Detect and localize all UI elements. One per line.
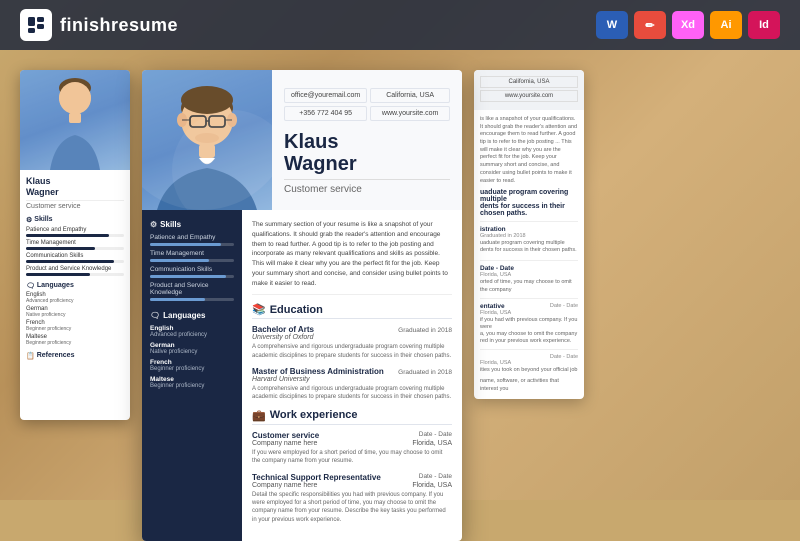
- mini-lang-1: English Advanced proficiency: [26, 292, 124, 304]
- mini-photo: [20, 70, 130, 170]
- mini-lang-3: French Beginner proficiency: [26, 320, 124, 332]
- badge-id: Id: [748, 11, 780, 39]
- main-person-name: Klaus Wagner: [284, 131, 450, 175]
- mini-skill-3: Communication Skills: [26, 253, 124, 263]
- sidebar-skill-3: Communication Skills: [150, 266, 234, 278]
- logo-area: finishresume: [20, 9, 178, 41]
- main-content-right: The summary section of your resume is li…: [242, 210, 462, 541]
- mini-languages-label: 🗨Languages: [26, 282, 124, 290]
- main-sidebar: ⚙ Skills Patience and Empathy Time Manag…: [142, 210, 242, 541]
- brand-name: finishresume: [60, 15, 178, 36]
- education-section-title: 📚 Education: [252, 303, 452, 319]
- mini-job-title: Customer service: [26, 200, 124, 210]
- mini-skills-label: ⚙Skills: [26, 216, 124, 224]
- logo-icon: [20, 9, 52, 41]
- mini-skill-4: Product and Service Knowledge: [26, 266, 124, 276]
- back-contact-location: California, USA: [480, 76, 578, 88]
- content-area: Klaus Wagner Customer service ⚙Skills Pa…: [0, 50, 800, 500]
- back-contact-website: www.yoursite.com: [480, 90, 578, 102]
- sidebar-skill-1: Patience and Empathy: [150, 234, 234, 246]
- photo-deco-1: [20, 70, 130, 170]
- main-header: office@youremail.com California, USA +35…: [142, 70, 462, 210]
- format-badges: W ✏ Xd Ai Id: [596, 11, 780, 39]
- back-edu-label: uaduate program covering multipledents f…: [480, 189, 578, 217]
- main-photo-area: [142, 70, 272, 210]
- mini-resume-card: Klaus Wagner Customer service ⚙Skills Pa…: [20, 70, 130, 420]
- sidebar-lang-4: Maltese Beginner proficiency: [150, 376, 234, 389]
- sidebar-languages-section: 🗨 Languages English Advanced proficiency…: [150, 311, 234, 389]
- contact-email: office@youremail.com: [284, 88, 367, 103]
- work-item-1: Customer service Date - Date Company nam…: [252, 431, 452, 466]
- sidebar-lang-3: French Beginner proficiency: [150, 359, 234, 372]
- sidebar-lang-2: German Native proficiency: [150, 342, 234, 355]
- badge-xd: Xd: [672, 11, 704, 39]
- logo-svg: [26, 15, 46, 35]
- mini-skill-1: Patience and Empathy: [26, 227, 124, 237]
- mini-references-label: 📋References: [26, 352, 124, 360]
- sidebar-skills-title: ⚙ Skills: [150, 220, 234, 229]
- mini-card-content: Klaus Wagner Customer service ⚙Skills Pa…: [20, 170, 130, 366]
- badge-word: W: [596, 11, 628, 39]
- main-body: ⚙ Skills Patience and Empathy Time Manag…: [142, 210, 462, 541]
- back-resume-top: California, USA www.yoursite.com: [474, 70, 584, 110]
- top-bar: finishresume W ✏ Xd Ai Id: [0, 0, 800, 50]
- contact-grid: office@youremail.com California, USA +35…: [284, 88, 450, 121]
- summary-text: The summary section of your resume is li…: [252, 220, 452, 295]
- sidebar-skills-section: ⚙ Skills Patience and Empathy Time Manag…: [150, 220, 234, 301]
- sidebar-lang-1: English Advanced proficiency: [150, 325, 234, 338]
- badge-ai: Ai: [710, 11, 742, 39]
- edu-item-2: Master of Business Administration Gradua…: [252, 367, 452, 402]
- badge-pen: ✏: [634, 11, 666, 39]
- main-job-title: Customer service: [284, 179, 450, 195]
- work-item-2: Technical Support Representative Date - …: [252, 473, 452, 525]
- mini-person-name: Klaus Wagner: [26, 176, 124, 198]
- back-resume: California, USA www.yoursite.com is like…: [474, 70, 584, 399]
- contact-location: California, USA: [370, 88, 450, 103]
- sidebar-skill-2: Time Management: [150, 250, 234, 262]
- main-resume: office@youremail.com California, USA +35…: [142, 70, 462, 541]
- work-section-title: 💼 Work experience: [252, 409, 452, 425]
- mini-lang-4: Maltese Beginner proficiency: [26, 334, 124, 346]
- edu-item-1: Bachelor of Arts Graduated in 2018 Unive…: [252, 325, 452, 360]
- contact-phone: +356 772 404 95: [284, 106, 367, 121]
- sidebar-languages-title: 🗨 Languages: [150, 311, 234, 320]
- contact-website: www.yoursite.com: [370, 106, 450, 121]
- sidebar-skill-4: Product and Service Knowledge: [150, 282, 234, 301]
- main-header-info: office@youremail.com California, USA +35…: [272, 70, 462, 210]
- mini-skill-2: Time Management: [26, 240, 124, 250]
- back-summary-1: is like a snapshot of your qualification…: [480, 116, 578, 185]
- back-resume-body: is like a snapshot of your qualification…: [474, 110, 584, 399]
- mini-lang-2: German Native proficiency: [26, 306, 124, 318]
